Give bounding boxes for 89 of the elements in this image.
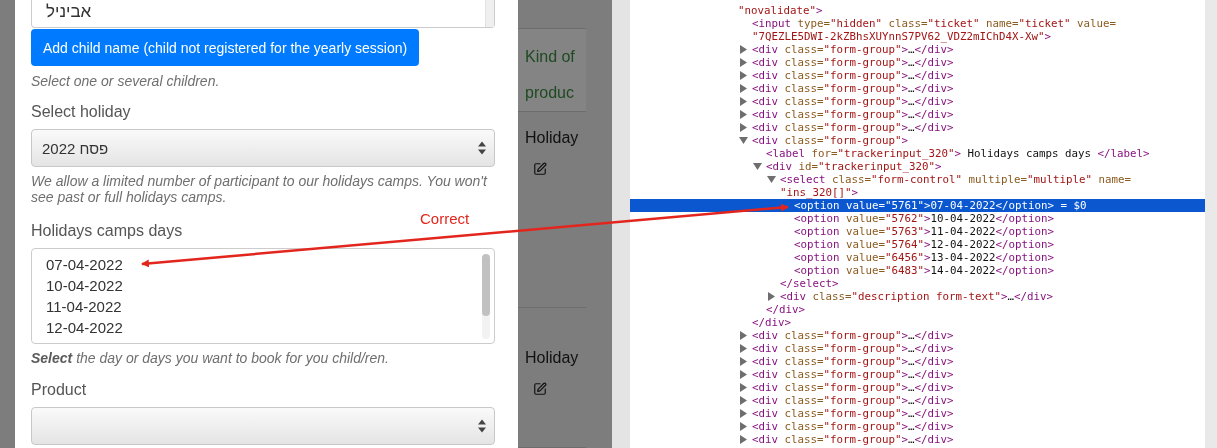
dom-node-row[interactable]: <div class="form-group">…</div> xyxy=(630,394,1205,407)
day-option[interactable]: 10-04-2022 xyxy=(32,275,127,296)
dom-node-row[interactable]: <div class="form-group">…</div> xyxy=(630,420,1205,433)
dom-node-row[interactable]: <option value="5764">12-04-2022</option> xyxy=(630,238,1205,251)
dom-node-row[interactable]: <div class="description form-text">…</div> xyxy=(630,290,1205,303)
day-option[interactable]: 12-04-2022 xyxy=(32,317,127,338)
dom-node-code: "7QEZLE5DWI-2kZBhsXUYnnS7PV62_VDZ2mIChD4X-Xw"> xyxy=(752,29,1052,44)
scrollbar[interactable] xyxy=(482,254,490,339)
table-cell-text: Holiday xyxy=(525,128,580,148)
dom-node-row[interactable]: <div class="form-group">…</div> xyxy=(630,56,1205,69)
table-cell-text: Holiday xyxy=(525,347,580,368)
holiday-select[interactable]: פסח 2022 xyxy=(31,129,495,167)
dom-node-code: <div class="form-group">…</div> xyxy=(752,354,954,369)
child-option[interactable]: אביניל xyxy=(32,0,92,24)
dom-node-code: <option value="6483">14-04-2022</option> xyxy=(794,263,1055,278)
dom-node-code: <div class="form-group">…</div> xyxy=(752,380,954,395)
dom-node-code: <option value="5761">07-04-2022</option> = $0 xyxy=(794,198,1087,213)
dom-node-code: <div class="form-group">…</div> xyxy=(752,393,954,408)
edit-icon[interactable] xyxy=(533,381,547,396)
dom-node-code: <div class="form-group"> xyxy=(752,133,909,148)
dom-node-row[interactable]: <option value="5761">07-04-2022</option> = $0 xyxy=(630,199,1205,212)
dom-node-code: <div class="form-group">…</div> xyxy=(752,419,954,434)
dom-node-row[interactable]: <div class="form-group">…</div> xyxy=(630,69,1205,82)
dom-node-code: <option value="6456">13-04-2022</option> xyxy=(794,250,1055,265)
dom-node-row[interactable]: <div class="form-group">…</div> xyxy=(630,381,1205,394)
dom-node-code: <input type="hidden" class="ticket" name="ticket" value= xyxy=(752,16,1117,31)
dom-node-code: <div class="form-group">…</div> xyxy=(752,94,954,109)
dom-node-code: "ins_320[]"> xyxy=(780,185,859,200)
day-option[interactable]: 07-04-2022 xyxy=(32,254,127,275)
dom-node-code: <div class="form-group">…</div> xyxy=(752,42,954,57)
dom-node-row[interactable]: <option value="5763">11-04-2022</option> xyxy=(630,225,1205,238)
dom-node-row[interactable]: <div class="form-group">…</div> xyxy=(630,407,1205,420)
table-header-cell: Kind of produc xyxy=(518,28,586,112)
dom-node-code: <div class="form-group">…</div> xyxy=(752,120,954,135)
collapsed-triangle-icon[interactable] xyxy=(767,292,776,301)
dom-node-row[interactable]: <div class="form-group">…</div> xyxy=(630,329,1205,342)
up-down-caret-icon xyxy=(478,141,486,155)
dom-node-code: <div class="form-group">…</div> xyxy=(752,81,954,96)
dom-node-code: <div class="form-group">…</div> xyxy=(752,367,954,382)
product-label: Product xyxy=(31,380,88,400)
dom-node-code: <div id="trackerinput_320"> xyxy=(766,159,942,174)
camp-days-label: Holidays camps days xyxy=(31,221,184,241)
dom-node-row[interactable]: <div class="form-group"> xyxy=(630,134,1205,147)
dom-closing-tag: </select> xyxy=(780,276,839,291)
children-help-text: Select one or several children. xyxy=(31,72,221,91)
dom-node-code: <div class="form-group">…</div> xyxy=(752,341,954,356)
children-list-box[interactable]: אביניל xyxy=(31,0,495,28)
dom-node-row[interactable]: <div class="form-group">…</div> xyxy=(630,368,1205,381)
edit-icon[interactable] xyxy=(533,162,547,176)
up-down-caret-icon xyxy=(478,419,486,433)
dom-node-code: <div class="form-group">…</div> xyxy=(752,328,954,343)
add-child-button[interactable]: Add child name (child not registered for the yearly session) xyxy=(31,29,420,66)
dom-node-code: <option value="5763">11-04-2022</option> xyxy=(794,224,1055,239)
dom-node-code: "novalidate"> xyxy=(738,3,823,18)
dom-node-code: <option value="5764">12-04-2022</option> xyxy=(794,237,1055,252)
dom-node-code: <select class="form-control" multiple="multiple" name= xyxy=(780,172,1132,187)
dom-node-code: <div class="form-group">…</div> xyxy=(752,107,954,122)
dom-node-row[interactable]: <div id="trackerinput_320"> xyxy=(630,160,1205,173)
day-option[interactable]: 11-04-2022 xyxy=(32,296,126,317)
camp-days-help-text: Select the day or days you want to book for you child/ren. xyxy=(31,349,390,368)
holiday-help-text: We allow a limited number of participant to our holidays camps. You won't see past or full holidays camps. xyxy=(31,173,489,205)
camp-days-listbox[interactable]: 07-04-2022 10-04-2022 11-04-2022 12-04-2022 xyxy=(31,248,495,344)
dom-node-row[interactable]: <div class="form-group">…</div> xyxy=(630,355,1205,368)
dom-node-code: <option value="5762">10-04-2022</option> xyxy=(794,211,1055,226)
expanded-triangle-icon[interactable] xyxy=(739,136,748,145)
dom-node-row[interactable]: <option value="6483">14-04-2022</option> xyxy=(630,264,1205,277)
dom-node-row[interactable]: <div class="form-group">…</div> xyxy=(630,95,1205,108)
holiday-label: Select holiday xyxy=(31,102,132,122)
dom-node-code: <div class="description form-text">…</div> xyxy=(780,289,1054,304)
dom-node-row[interactable]: <div class="form-group">…</div> xyxy=(630,82,1205,95)
dom-node-row[interactable]: <input type="hidden" class="ticket" name="ticket" value= xyxy=(630,17,1205,30)
dom-node-row[interactable]: <option value="6456">13-04-2022</option> xyxy=(630,251,1205,264)
annotation-label: Correct xyxy=(420,210,470,227)
dom-node-code: <label for="trackerinput_320"> Holidays camps days </label> xyxy=(766,146,1150,161)
dom-node-row[interactable]: <div class="form-group">…</div> xyxy=(630,121,1205,134)
dom-node-code: <div class="form-group">…</div> xyxy=(752,68,954,83)
dom-node-row[interactable]: <div class="form-group">…</div> xyxy=(630,433,1205,446)
dom-node-code: <div class="form-group">…</div> xyxy=(752,406,954,421)
dom-closing-tag: </div> xyxy=(752,315,792,330)
dom-node-row[interactable]: <label for="trackerinput_320"> Holidays camps days </label> xyxy=(630,147,1205,160)
dom-node-row[interactable]: <div class="form-group">…</div> xyxy=(630,108,1205,121)
dom-node-row[interactable]: <select class="form-control" multiple="multiple" name= xyxy=(630,173,1205,186)
dom-node-row[interactable]: <div class="form-group">…</div> xyxy=(630,342,1205,355)
dom-closing-tag: </div> xyxy=(766,302,806,317)
dom-node-row[interactable]: "novalidate"> xyxy=(630,4,1205,17)
dom-node-row[interactable]: <option value="5762">10-04-2022</option> xyxy=(630,212,1205,225)
dom-node-code: <div class="form-group">…</div> xyxy=(752,55,954,70)
dom-node-code: <div class="form-group">…</div> xyxy=(752,432,954,447)
dom-node-row[interactable]: <div class="form-group">…</div> xyxy=(630,43,1205,56)
